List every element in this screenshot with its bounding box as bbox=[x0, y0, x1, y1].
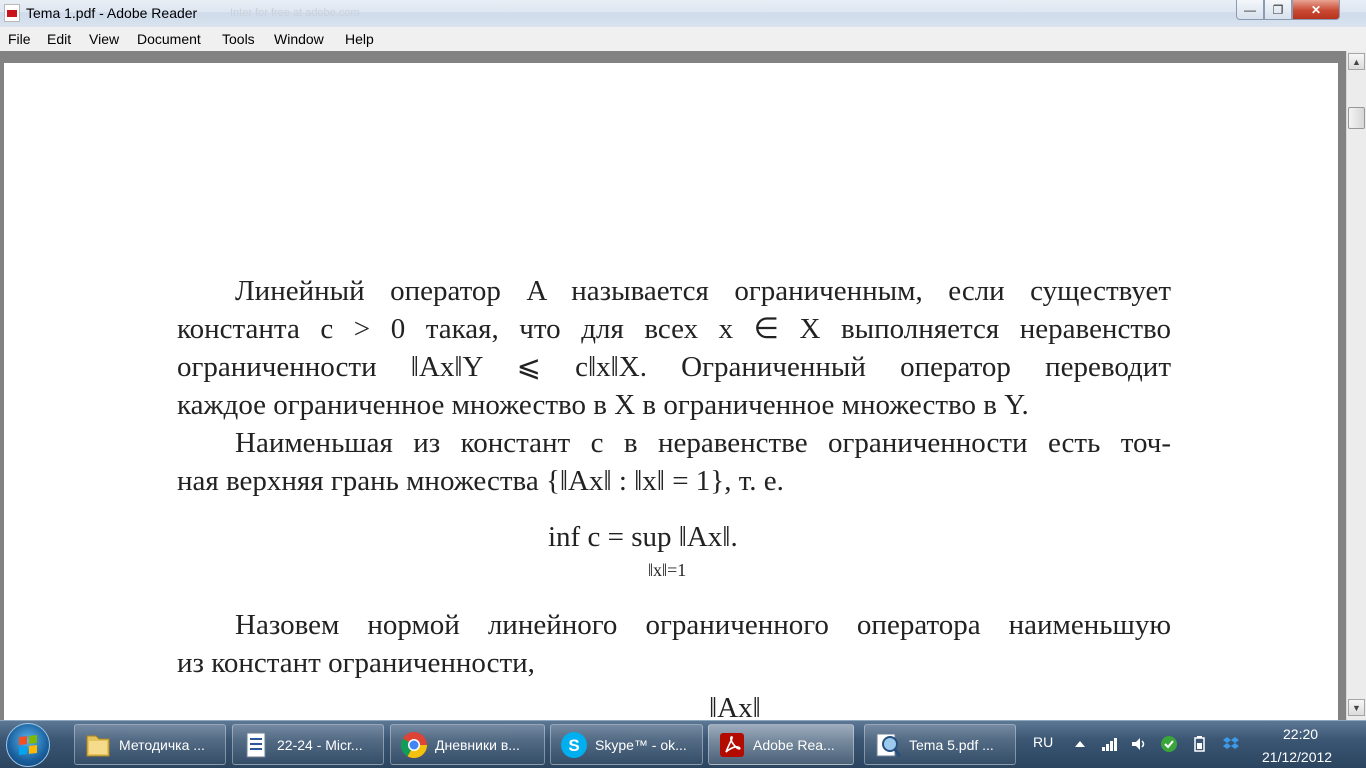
taskbar-item-skype[interactable]: S Skype™ - ok... bbox=[550, 724, 703, 765]
paragraph-least-constant: Наименьшая из констант c в неравенстве о… bbox=[177, 424, 1171, 500]
folder-icon bbox=[86, 735, 110, 757]
scroll-up-button[interactable]: ▲ bbox=[1348, 53, 1365, 70]
formula-subscript: ‖x‖=1 bbox=[648, 560, 687, 580]
language-indicator[interactable]: RU bbox=[1033, 734, 1053, 750]
dropbox-icon[interactable] bbox=[1222, 735, 1240, 753]
formula-norm-partial: ‖Ax‖ bbox=[709, 692, 761, 720]
adobe-reader-icon[interactable] bbox=[4, 4, 20, 22]
taskbar-item-label: Adobe Rea... bbox=[753, 737, 835, 753]
text-line: ная верхняя грань множества {‖Ax‖ : ‖x‖ … bbox=[177, 465, 784, 497]
text-line: Линейный оператор A называется ограничен… bbox=[235, 275, 1171, 307]
taskbar-item-adobe-reader[interactable]: Adobe Rea... bbox=[708, 724, 854, 765]
skype-icon: S bbox=[561, 732, 587, 758]
menu-view[interactable]: View bbox=[89, 31, 119, 47]
menu-bar: File Edit View Document Tools Window Hel… bbox=[0, 27, 1366, 52]
svg-text:S: S bbox=[568, 736, 579, 755]
pdf-page[interactable]: Линейный оператор A называется ограничен… bbox=[4, 63, 1338, 720]
check-shield-icon[interactable] bbox=[1160, 735, 1178, 753]
pdf-magnifier-icon bbox=[876, 733, 902, 757]
menu-file[interactable]: File bbox=[8, 31, 31, 47]
formula-inf-sup: inf c = sup ‖Ax‖. bbox=[548, 521, 738, 553]
paragraph-operator-norm: Назовем нормой линейного ограниченного о… bbox=[177, 606, 1171, 682]
taskbar-item-chrome[interactable]: Дневники в... bbox=[390, 724, 545, 765]
clock-time[interactable]: 22:20 bbox=[1283, 726, 1318, 742]
taskbar-item-word[interactable]: 22-24 - Micr... bbox=[232, 724, 384, 765]
menu-edit[interactable]: Edit bbox=[47, 31, 71, 47]
title-bar[interactable]: Tema 1.pdf - Adobe Reader Inter for free… bbox=[0, 0, 1366, 27]
text-line: из констант ограниченности, bbox=[177, 647, 535, 679]
scroll-down-button[interactable]: ▼ bbox=[1348, 699, 1365, 716]
minimize-button[interactable]: — bbox=[1236, 0, 1264, 20]
paragraph-bounded-operator: Линейный оператор A называется ограничен… bbox=[177, 272, 1171, 424]
taskbar-item-pdf[interactable]: Tema 5.pdf ... bbox=[864, 724, 1016, 765]
taskbar-item-label: Методичка ... bbox=[119, 737, 205, 753]
adobe-reader-icon bbox=[720, 733, 744, 757]
taskbar-item-label: Tema 5.pdf ... bbox=[909, 737, 994, 753]
battery-icon[interactable] bbox=[1190, 735, 1208, 753]
show-hidden-icons-arrow-icon[interactable] bbox=[1071, 735, 1089, 753]
maximize-button[interactable]: ❐ bbox=[1264, 0, 1292, 20]
text-line: Наименьшая из констант c в неравенстве о… bbox=[235, 427, 1171, 459]
text-line: константа c > 0 такая, что для всех x ∈ … bbox=[177, 313, 1171, 345]
menu-help[interactable]: Help bbox=[345, 31, 374, 47]
taskbar-item-label: Skype™ - ok... bbox=[595, 737, 687, 753]
vertical-scrollbar[interactable]: ▲ ▼ bbox=[1346, 51, 1366, 720]
text-line: каждое ограниченное множество в X в огра… bbox=[177, 389, 1029, 421]
volume-icon[interactable] bbox=[1130, 735, 1148, 753]
taskbar-item-label: 22-24 - Micr... bbox=[277, 737, 363, 753]
text-line: Назовем нормой линейного ограниченного о… bbox=[235, 609, 1171, 641]
taskbar-item-label: Дневники в... bbox=[435, 737, 520, 753]
taskbar-item-folder[interactable]: Методичка ... bbox=[74, 724, 226, 765]
windows-logo-icon bbox=[19, 735, 37, 755]
text-line: ограниченности ‖Ax‖Y ⩽ c‖x‖X. Ограниченн… bbox=[177, 351, 1171, 383]
close-button[interactable]: ✕ bbox=[1292, 0, 1340, 20]
window-title: Tema 1.pdf - Adobe Reader bbox=[26, 5, 198, 21]
menu-tools[interactable]: Tools bbox=[222, 31, 255, 47]
word-document-icon bbox=[246, 732, 266, 758]
clock-date[interactable]: 21/12/2012 bbox=[1262, 749, 1332, 765]
chrome-icon bbox=[400, 732, 428, 759]
network-signal-icon[interactable] bbox=[1100, 735, 1118, 753]
menu-window[interactable]: Window bbox=[274, 31, 324, 47]
document-viewer[interactable]: Линейный оператор A называется ограничен… bbox=[0, 51, 1366, 720]
scroll-thumb[interactable] bbox=[1348, 107, 1365, 129]
start-button[interactable] bbox=[6, 723, 50, 767]
ghost-caption: Inter for free at adobe.com bbox=[230, 7, 360, 19]
menu-document[interactable]: Document bbox=[137, 31, 201, 47]
